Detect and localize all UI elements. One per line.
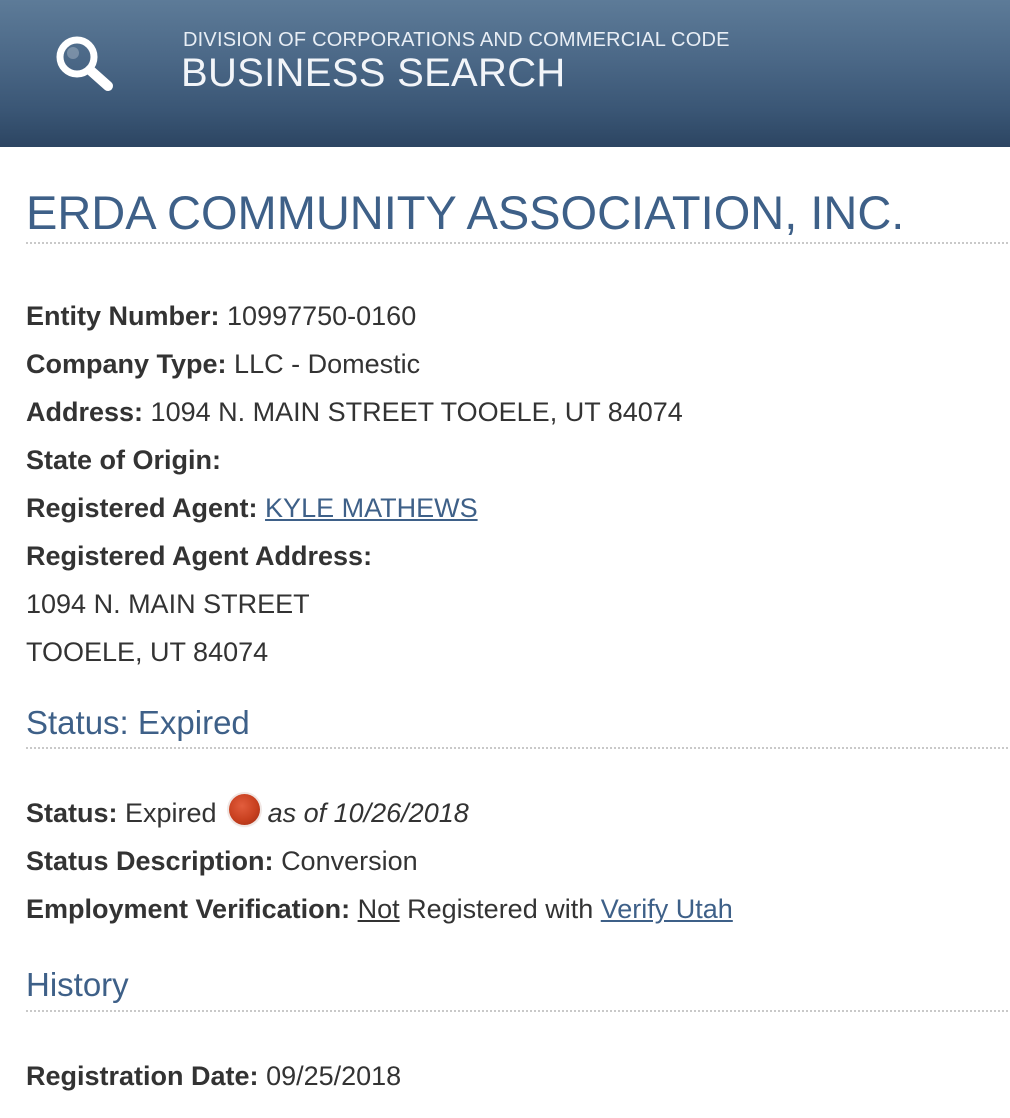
- status-label: Status:: [26, 798, 118, 829]
- registered-agent-address-label: Registered Agent Address:: [26, 540, 373, 571]
- entity-name: ERDA COMMUNITY ASSOCIATION, INC.: [26, 186, 905, 239]
- page-header: DIVISION OF CORPORATIONS AND COMMERCIAL …: [0, 0, 1010, 147]
- registration-date-label: Registration Date:: [26, 1060, 259, 1091]
- company-type-row: Company Type: LLC - Domestic: [26, 340, 1008, 388]
- status-description-label: Status Description:: [26, 846, 274, 877]
- history-details: Registration Date: 09/25/2018: [26, 1052, 1008, 1100]
- history-section-heading: History: [26, 966, 129, 1004]
- main-content: ERDA COMMUNITY ASSOCIATION, INC. Entity …: [26, 147, 1008, 1100]
- status-indicator-icon: [228, 793, 260, 825]
- header-subtitle: DIVISION OF CORPORATIONS AND COMMERCIAL …: [183, 29, 730, 51]
- registration-date-value: 09/25/2018: [266, 1060, 402, 1091]
- verify-utah-link[interactable]: Verify Utah: [601, 894, 733, 924]
- employment-verification-row: Employment Verification: Not Registered …: [26, 885, 1008, 933]
- company-type-label: Company Type:: [26, 348, 227, 379]
- entity-details: Entity Number: 10997750-0160 Company Typ…: [26, 292, 1008, 676]
- status-as-of: as of 10/26/2018: [267, 798, 469, 829]
- status-divider: [26, 747, 1008, 750]
- entity-number-value: 10997750-0160: [227, 300, 417, 331]
- registered-agent-label: Registered Agent:: [26, 492, 258, 523]
- address-value: 1094 N. MAIN STREET TOOELE, UT 84074: [150, 396, 683, 427]
- entity-number-row: Entity Number: 10997750-0160: [26, 292, 1008, 340]
- registered-agent-row: Registered Agent: KYLE MATHEWS: [26, 484, 1008, 532]
- employment-verification-label: Employment Verification:: [26, 894, 351, 925]
- registration-date-row: Registration Date: 09/25/2018: [26, 1052, 1008, 1100]
- address-label: Address:: [26, 396, 144, 427]
- entity-number-label: Entity Number:: [26, 300, 220, 331]
- state-of-origin-label: State of Origin:: [26, 444, 221, 475]
- header-title: BUSINESS SEARCH: [181, 51, 566, 95]
- title-divider: [26, 241, 1008, 244]
- state-of-origin-row: State of Origin:: [26, 436, 1008, 484]
- history-divider: [26, 1009, 1008, 1012]
- status-description-row: Status Description: Conversion: [26, 837, 1008, 885]
- status-description-value: Conversion: [281, 846, 418, 877]
- status-value: Expired: [125, 798, 217, 829]
- not-registered-link[interactable]: Not: [358, 894, 400, 924]
- registered-agent-address-line2: TOOELE, UT 84074: [26, 636, 269, 667]
- status-row: Status: Expired as of 10/26/2018: [26, 789, 1008, 837]
- employment-verification-text: Registered with: [407, 894, 594, 925]
- registered-agent-link[interactable]: KYLE MATHEWS: [265, 493, 478, 523]
- status-section-heading: Status: Expired: [26, 703, 250, 741]
- address-row: Address: 1094 N. MAIN STREET TOOELE, UT …: [26, 388, 1008, 436]
- search-icon: [56, 36, 113, 91]
- registered-agent-address-line1: 1094 N. MAIN STREET: [26, 588, 310, 619]
- registered-agent-address-row: Registered Agent Address:: [26, 532, 1008, 580]
- status-details: Status: Expired as of 10/26/2018 Status D…: [26, 789, 1008, 933]
- company-type-value: LLC - Domestic: [234, 348, 421, 379]
